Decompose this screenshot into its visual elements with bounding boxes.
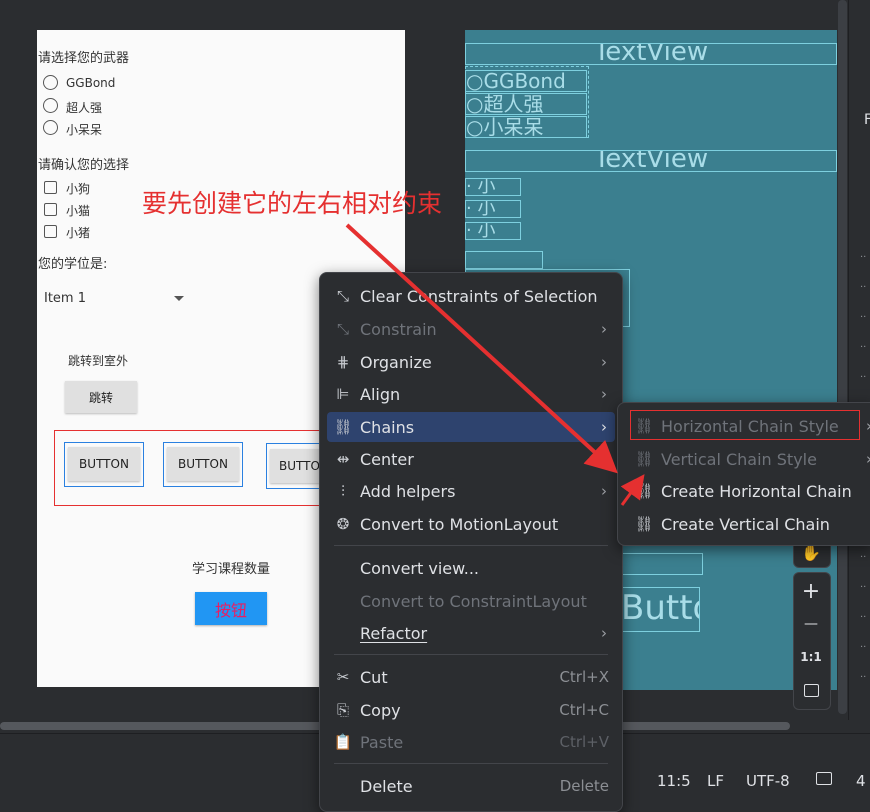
annotation-arrows: [345, 223, 645, 506]
annotation-arrow: [345, 223, 618, 474]
annotation-arrow: [620, 474, 645, 506]
